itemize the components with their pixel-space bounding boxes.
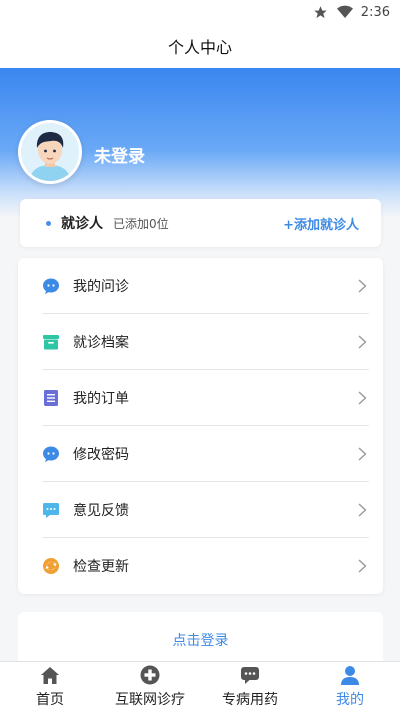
tab-label: 首页 [36, 692, 64, 708]
menu-item-my-consultations[interactable]: 我的问诊 [42, 258, 369, 314]
user-icon [339, 664, 361, 686]
menu-card: 我的问诊 就诊档案 我的订单 修改密码 意见反馈 检查更新 [18, 258, 383, 594]
menu-item-label: 就诊档案 [73, 334, 129, 351]
avatar[interactable] [18, 120, 82, 184]
login-button[interactable]: 点击登录 [18, 612, 383, 668]
medical-cross-icon [139, 664, 161, 686]
tab-label: 互联网诊疗 [115, 692, 185, 708]
bottom-tab-bar: 首页 互联网诊疗 专病用药 我的 [0, 661, 400, 711]
chevron-right-icon [355, 559, 369, 573]
chevron-right-icon [355, 502, 369, 517]
chat-bubble-icon [42, 445, 60, 463]
menu-item-medical-records[interactable]: 就诊档案 [42, 314, 369, 370]
menu-item-label: 我的问诊 [73, 278, 129, 295]
star-icon [313, 4, 329, 20]
bullet-dot [46, 220, 51, 226]
avatar-illustration-icon [21, 123, 79, 181]
menu-item-label: 我的订单 [73, 390, 129, 407]
profile-name[interactable]: 未登录 [94, 142, 145, 167]
title-bar: 个人中心 [0, 24, 400, 68]
menu-item-feedback[interactable]: 意见反馈 [42, 482, 369, 538]
menu-item-label: 修改密码 [73, 446, 129, 463]
home-icon [39, 664, 61, 686]
tab-home[interactable]: 首页 [0, 662, 100, 711]
add-patient-button[interactable]: +添加就诊人 [283, 214, 359, 233]
tab-mine[interactable]: 我的 [300, 662, 400, 711]
patient-card: 就诊人 已添加0位 +添加就诊人 [20, 199, 381, 247]
chevron-right-icon [355, 390, 369, 405]
wifi-icon [336, 4, 353, 20]
status-bar: 2:36 [0, 0, 400, 24]
tab-specialty-medication[interactable]: 专病用药 [200, 662, 300, 711]
menu-item-check-update[interactable]: 检查更新 [42, 538, 369, 594]
patient-label: 就诊人 [61, 216, 103, 232]
menu-item-label: 检查更新 [73, 559, 129, 575]
menu-item-my-orders[interactable]: 我的订单 [42, 370, 369, 426]
archive-box-icon [42, 333, 60, 351]
message-bubble-icon [239, 664, 261, 686]
menu-item-label: 意见反馈 [73, 502, 129, 519]
status-time: 2:36 [360, 4, 390, 20]
chevron-right-icon [355, 446, 369, 461]
chevron-right-icon [355, 278, 369, 293]
tab-online-diagnosis[interactable]: 互联网诊疗 [100, 662, 200, 711]
tab-label: 专病用药 [222, 692, 278, 708]
refresh-update-icon [42, 557, 60, 575]
chat-bubble-icon [42, 277, 60, 295]
tab-label: 我的 [336, 692, 364, 708]
menu-item-change-password[interactable]: 修改密码 [42, 426, 369, 482]
feedback-message-icon [42, 501, 60, 519]
chevron-right-icon [355, 334, 369, 349]
patient-count: 已添加0位 [113, 216, 169, 231]
order-list-icon [42, 389, 60, 407]
page-title: 个人中心 [167, 38, 232, 57]
